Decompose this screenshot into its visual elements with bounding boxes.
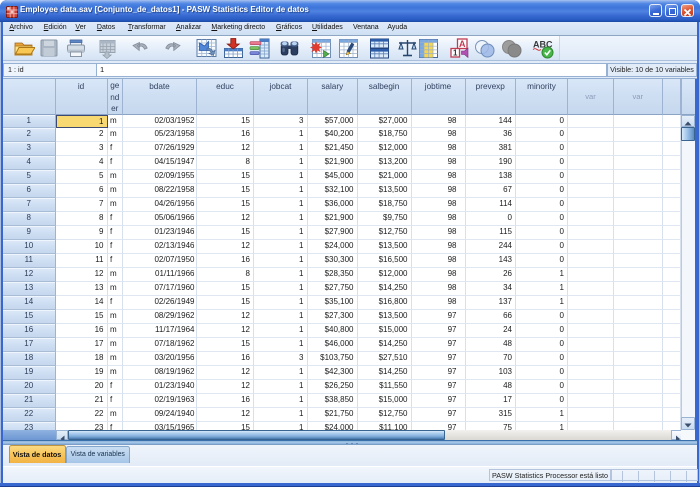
svg-text:1: 1	[453, 49, 458, 58]
svg-text:A: A	[459, 39, 466, 49]
